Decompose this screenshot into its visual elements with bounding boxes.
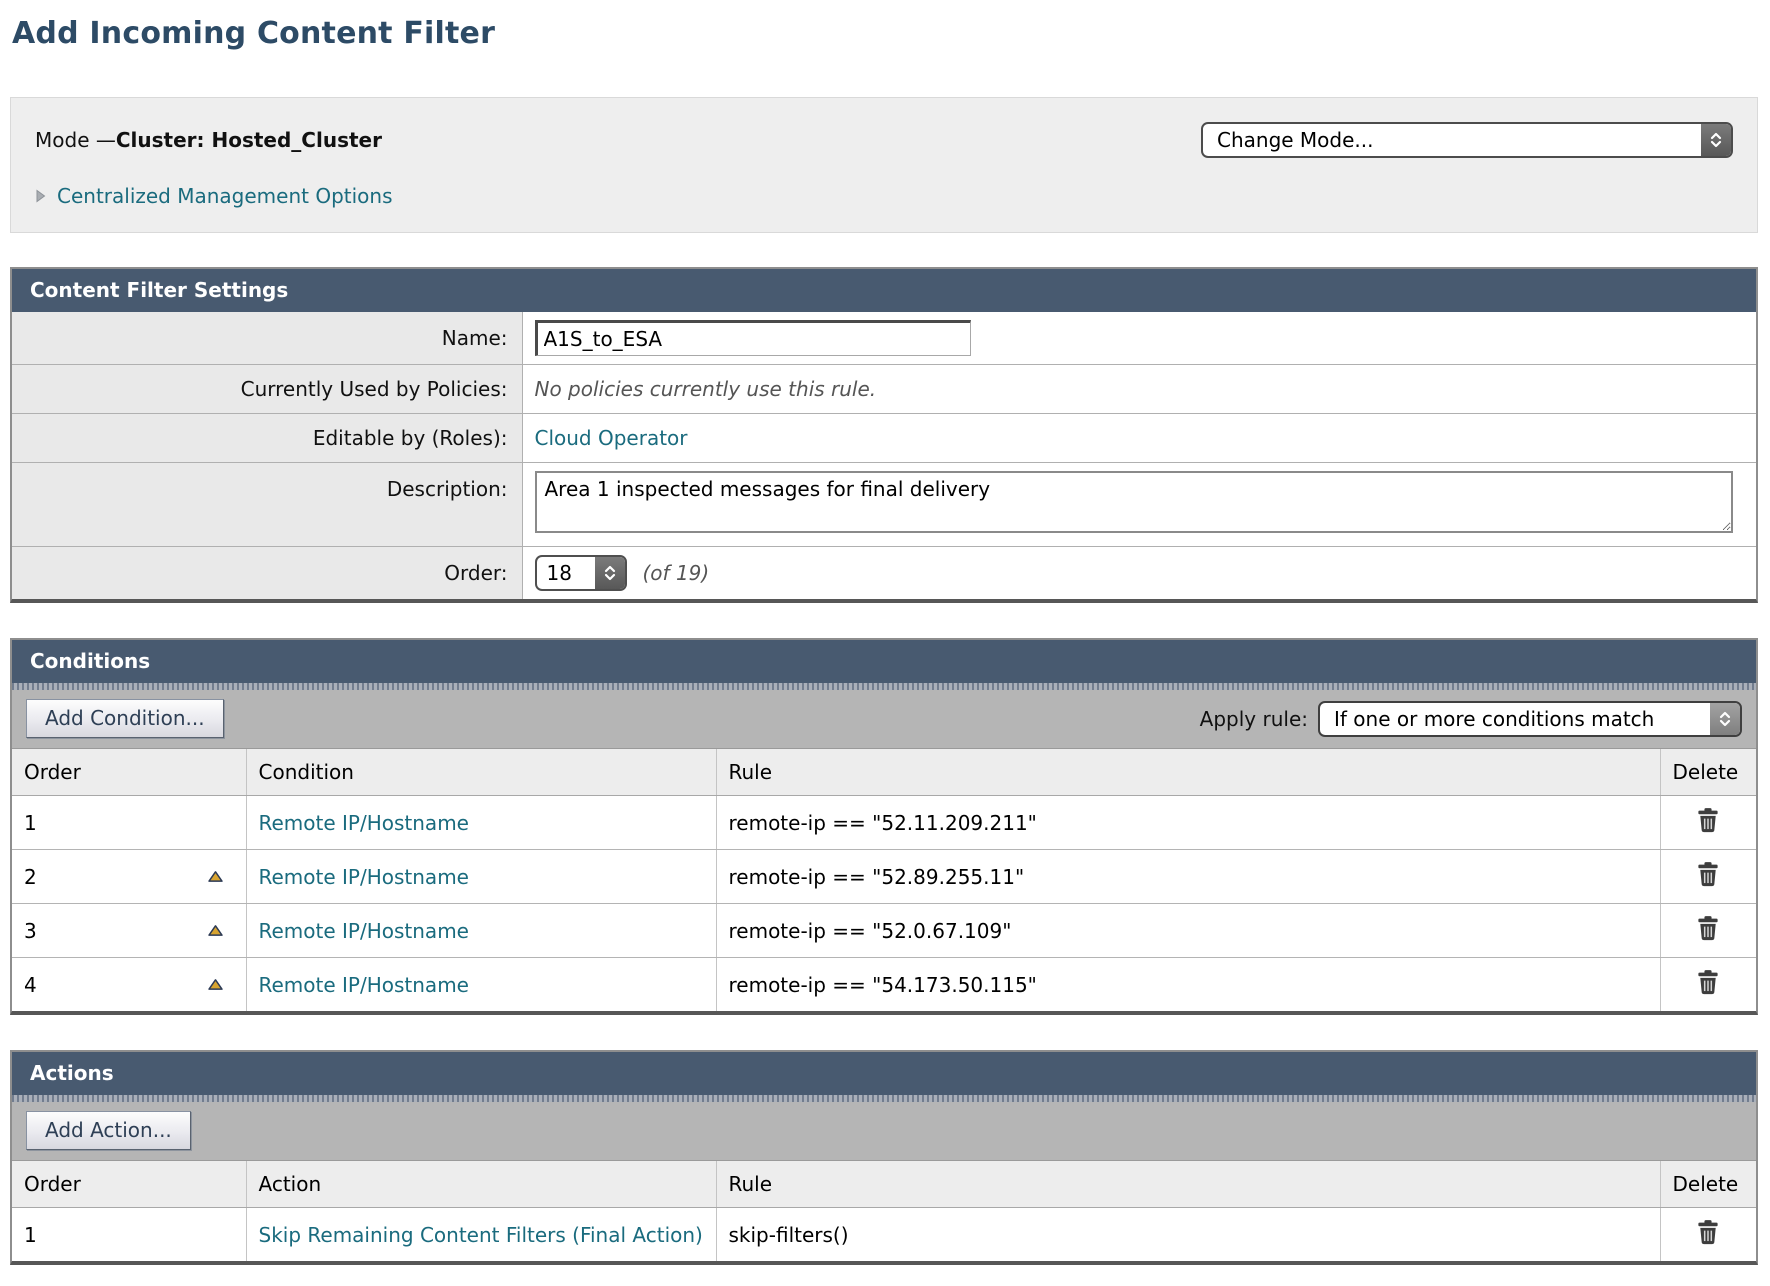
trash-icon[interactable] [1697, 915, 1719, 941]
trash-icon[interactable] [1697, 807, 1719, 833]
header-texture-band [12, 683, 1756, 690]
apply-rule-select[interactable]: If one or more conditions match [1318, 701, 1742, 737]
table-row: 1 Skip Remaining Content Filters (Final … [12, 1208, 1756, 1262]
order-total-text: (of 19) [643, 561, 710, 585]
name-input[interactable] [535, 320, 971, 356]
condition-order: 2 [24, 865, 37, 889]
condition-rule: remote-ip == "52.11.209.211" [729, 811, 1037, 835]
table-row: Order: 18 (of 19) [12, 547, 1756, 600]
mode-text: Mode —Cluster: Hosted_Cluster [35, 128, 382, 152]
col-header-delete: Delete [1660, 749, 1756, 796]
table-header-row: Order Action Rule Delete [12, 1161, 1756, 1208]
order-select[interactable]: 18 [535, 555, 627, 591]
settings-panel-header: Content Filter Settings [12, 269, 1756, 312]
conditions-toolbar: Add Condition... Apply rule: If one or m… [12, 690, 1756, 749]
col-header-order: Order [12, 1161, 246, 1208]
condition-rule: remote-ip == "52.0.67.109" [729, 919, 1012, 943]
up-down-chevrons-icon [1710, 703, 1740, 735]
table-row: Description: Area 1 inspected messages f… [12, 463, 1756, 547]
trash-icon[interactable] [1697, 969, 1719, 995]
condition-order: 1 [24, 811, 37, 835]
actions-panel-header: Actions [12, 1052, 1756, 1095]
action-order: 1 [24, 1223, 37, 1247]
table-row: Name: [12, 312, 1756, 365]
mode-label: Mode — [35, 128, 116, 152]
add-condition-button[interactable]: Add Condition... [26, 699, 224, 738]
policies-label: Currently Used by Policies: [12, 365, 522, 414]
col-header-delete: Delete [1660, 1161, 1756, 1208]
apply-rule-select-value: If one or more conditions match [1320, 703, 1710, 735]
up-arrow-icon[interactable] [207, 924, 224, 937]
trash-icon[interactable] [1697, 861, 1719, 887]
name-label: Name: [12, 312, 522, 365]
table-row: 2 Remote IP/Hostname remote-ip == "52.89… [12, 850, 1756, 904]
editable-label: Editable by (Roles): [12, 414, 522, 463]
condition-rule: remote-ip == "54.173.50.115" [729, 973, 1037, 997]
condition-link[interactable]: Remote IP/Hostname [259, 811, 469, 835]
content-filter-settings-panel: Content Filter Settings Name: Currently … [10, 267, 1758, 603]
actions-toolbar: Add Action... [12, 1102, 1756, 1161]
change-mode-select-value: Change Mode... [1203, 124, 1701, 156]
col-header-action: Action [246, 1161, 716, 1208]
col-header-condition: Condition [246, 749, 716, 796]
order-label: Order: [12, 547, 522, 600]
conditions-table: Order Condition Rule Delete 1 Remote IP/… [12, 749, 1756, 1011]
condition-order: 3 [24, 919, 37, 943]
condition-link[interactable]: Remote IP/Hostname [259, 919, 469, 943]
up-down-chevrons-icon [1701, 124, 1731, 156]
col-header-order: Order [12, 749, 246, 796]
up-arrow-icon[interactable] [207, 978, 224, 991]
conditions-panel-header: Conditions [12, 640, 1756, 683]
col-header-rule: Rule [716, 1161, 1660, 1208]
table-header-row: Order Condition Rule Delete [12, 749, 1756, 796]
action-link[interactable]: Skip Remaining Content Filters (Final Ac… [259, 1223, 703, 1247]
right-triangle-icon[interactable] [35, 189, 46, 203]
apply-rule-label: Apply rule: [1200, 707, 1308, 731]
up-arrow-icon[interactable] [207, 870, 224, 883]
order-select-value: 18 [537, 557, 595, 589]
conditions-panel: Conditions Add Condition... Apply rule: … [10, 638, 1758, 1015]
page: Add Incoming Content Filter Mode —Cluste… [0, 0, 1770, 1286]
policies-value: No policies currently use this rule. [535, 377, 877, 401]
mode-value: Cluster: Hosted_Cluster [116, 128, 382, 152]
table-row: 3 Remote IP/Hostname remote-ip == "52.0.… [12, 904, 1756, 958]
header-texture-band [12, 1095, 1756, 1102]
action-rule: skip-filters() [729, 1223, 849, 1247]
settings-table: Name: Currently Used by Policies: No pol… [12, 312, 1756, 599]
condition-order: 4 [24, 973, 37, 997]
trash-icon[interactable] [1697, 1219, 1719, 1245]
up-down-chevrons-icon [595, 557, 625, 589]
actions-panel: Actions Add Action... Order Action Rule … [10, 1050, 1758, 1265]
centralized-management-options-link[interactable]: Centralized Management Options [57, 184, 393, 208]
table-row: Currently Used by Policies: No policies … [12, 365, 1756, 414]
mode-panel: Mode —Cluster: Hosted_Cluster Change Mod… [10, 97, 1758, 233]
table-row: 4 Remote IP/Hostname remote-ip == "54.17… [12, 958, 1756, 1012]
change-mode-select[interactable]: Change Mode... [1201, 122, 1733, 158]
condition-rule: remote-ip == "52.89.255.11" [729, 865, 1025, 889]
condition-link[interactable]: Remote IP/Hostname [259, 865, 469, 889]
description-label: Description: [12, 463, 522, 547]
col-header-rule: Rule [716, 749, 1660, 796]
condition-link[interactable]: Remote IP/Hostname [259, 973, 469, 997]
editable-roles-link[interactable]: Cloud Operator [535, 426, 688, 450]
actions-table: Order Action Rule Delete 1 Skip Remainin… [12, 1161, 1756, 1261]
table-row: Editable by (Roles): Cloud Operator [12, 414, 1756, 463]
table-row: 1 Remote IP/Hostname remote-ip == "52.11… [12, 796, 1756, 850]
description-textarea[interactable]: Area 1 inspected messages for final deli… [535, 471, 1733, 533]
add-action-button[interactable]: Add Action... [26, 1111, 191, 1150]
page-title: Add Incoming Content Filter [12, 16, 1758, 51]
